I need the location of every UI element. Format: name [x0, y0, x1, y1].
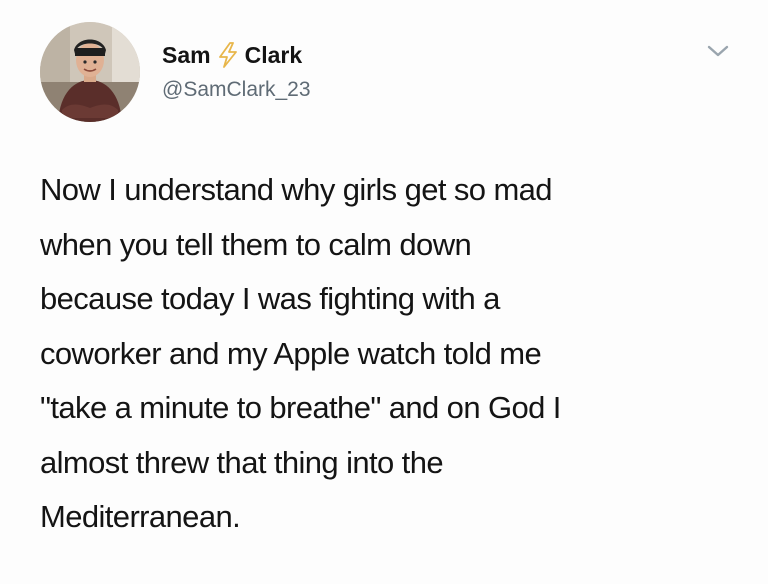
tweet-text-line: "take a minute to breathe" and on God I: [40, 390, 561, 425]
tweet-text-line: because today I was fighting with a: [40, 281, 500, 316]
first-name: Sam: [162, 42, 211, 68]
tweet-text-line: Mediterranean.: [40, 499, 241, 534]
tweet-menu-button[interactable]: [704, 40, 732, 62]
lightning-bolt-icon: [217, 42, 239, 68]
avatar[interactable]: [40, 22, 140, 122]
tweet-text-line: almost threw that thing into the: [40, 444, 444, 480]
chevron-down-icon: [707, 45, 729, 57]
tweet-text: Now I understand why girls get so mad wh…: [40, 163, 740, 545]
display-name[interactable]: Sam Clark: [162, 41, 311, 69]
tweet-header: Sam Clark @SamClark_23: [40, 20, 311, 124]
tweet-card: Sam Clark @SamClark_23 Now I understand …: [0, 0, 768, 584]
author-names: Sam Clark @SamClark_23: [162, 41, 311, 103]
tweet-text-line: when you tell them to calm down: [40, 226, 472, 262]
tweet-text-line: coworker and my Apple watch told me: [40, 335, 542, 371]
last-name: Clark: [244, 42, 303, 68]
user-handle[interactable]: @SamClark_23: [162, 77, 311, 103]
avatar-photo: [40, 22, 140, 122]
tweet-text-line: Now I understand why girls get so mad: [40, 172, 553, 207]
